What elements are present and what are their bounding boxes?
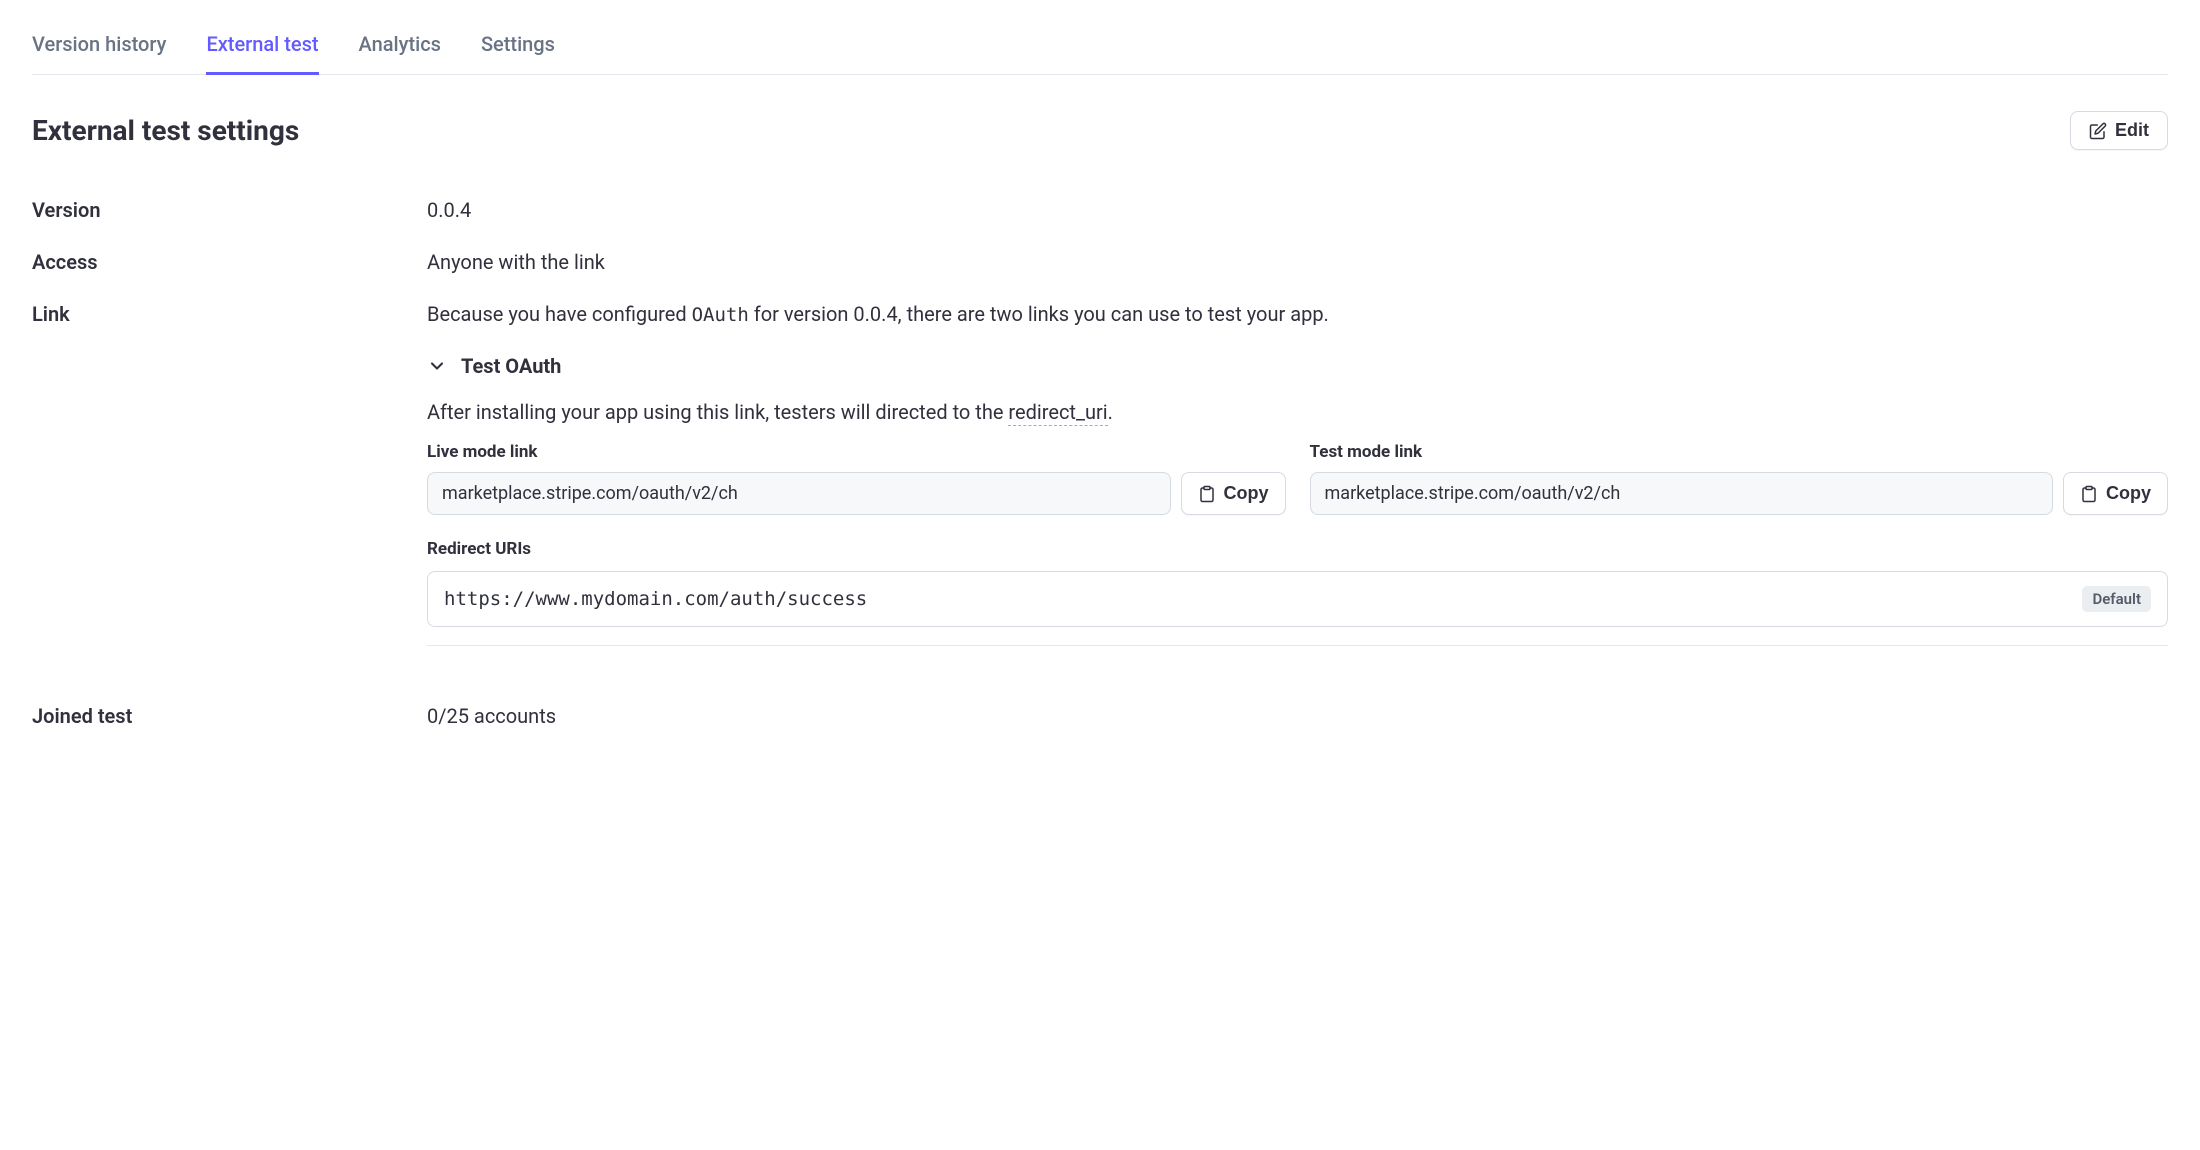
link-desc-prefix: Because you have configured bbox=[427, 302, 692, 326]
oauth-desc-link[interactable]: redirect_uri bbox=[1008, 400, 1107, 426]
access-label: Access bbox=[32, 250, 427, 274]
test-mode-input-group: marketplace.stripe.com/oauth/v2/ch Copy bbox=[1310, 472, 2169, 515]
live-mode-link-input[interactable]: marketplace.stripe.com/oauth/v2/ch bbox=[427, 472, 1171, 515]
link-row: Link Because you have configured OAuth f… bbox=[32, 302, 2168, 676]
live-mode-col: Live mode link marketplace.stripe.com/oa… bbox=[427, 442, 1286, 515]
live-mode-label: Live mode link bbox=[427, 442, 1286, 462]
test-mode-link-input[interactable]: marketplace.stripe.com/oauth/v2/ch bbox=[1310, 472, 2054, 515]
access-value: Anyone with the link bbox=[427, 250, 2168, 274]
copy-test-label: Copy bbox=[2106, 483, 2151, 504]
joined-test-label: Joined test bbox=[32, 704, 427, 728]
oauth-desc-suffix: . bbox=[1108, 400, 1113, 424]
oauth-toggle[interactable]: Test OAuth bbox=[427, 354, 2168, 378]
copy-live-button[interactable]: Copy bbox=[1181, 472, 1286, 515]
tab-settings[interactable]: Settings bbox=[481, 24, 555, 75]
clipboard-icon bbox=[1198, 484, 1216, 504]
test-mode-label: Test mode link bbox=[1310, 442, 2169, 462]
link-desc-mid: for version 0.0.4, there are two links y… bbox=[749, 302, 1329, 326]
header-row: External test settings Edit bbox=[32, 111, 2168, 150]
oauth-section-title: Test OAuth bbox=[461, 354, 561, 378]
oauth-desc-prefix: After installing your app using this lin… bbox=[427, 400, 1008, 424]
tab-analytics[interactable]: Analytics bbox=[359, 24, 441, 75]
redirect-uri-value: https://www.mydomain.com/auth/success bbox=[444, 588, 867, 610]
chevron-down-icon bbox=[427, 356, 447, 376]
live-mode-input-group: marketplace.stripe.com/oauth/v2/ch Copy bbox=[427, 472, 1286, 515]
default-badge: Default bbox=[2082, 586, 2151, 612]
clipboard-icon bbox=[2080, 484, 2098, 504]
copy-test-button[interactable]: Copy bbox=[2063, 472, 2168, 515]
joined-test-row: Joined test 0/25 accounts bbox=[32, 704, 2168, 728]
redirect-uri-box: https://www.mydomain.com/auth/success De… bbox=[427, 571, 2168, 627]
tab-version-history[interactable]: Version history bbox=[32, 24, 166, 75]
link-content: Because you have configured OAuth for ve… bbox=[427, 302, 2168, 676]
section-divider bbox=[427, 645, 2168, 646]
oauth-description: After installing your app using this lin… bbox=[427, 400, 2168, 424]
link-desc-oauth: OAuth bbox=[692, 304, 749, 326]
version-label: Version bbox=[32, 198, 427, 222]
tabs-bar: Version history External test Analytics … bbox=[32, 24, 2168, 75]
copy-live-label: Copy bbox=[1224, 483, 1269, 504]
edit-icon bbox=[2089, 122, 2107, 140]
page-title: External test settings bbox=[32, 114, 299, 147]
joined-test-value: 0/25 accounts bbox=[427, 704, 2168, 728]
test-mode-col: Test mode link marketplace.stripe.com/oa… bbox=[1310, 442, 2169, 515]
edit-button-label: Edit bbox=[2115, 120, 2149, 141]
link-label: Link bbox=[32, 302, 427, 326]
link-description: Because you have configured OAuth for ve… bbox=[427, 302, 2168, 326]
link-columns: Live mode link marketplace.stripe.com/oa… bbox=[427, 442, 2168, 515]
edit-button[interactable]: Edit bbox=[2070, 111, 2168, 150]
redirect-uris-label: Redirect URIs bbox=[427, 539, 2168, 559]
version-row: Version 0.0.4 bbox=[32, 198, 2168, 222]
access-row: Access Anyone with the link bbox=[32, 250, 2168, 274]
tab-external-test[interactable]: External test bbox=[206, 24, 318, 75]
version-value: 0.0.4 bbox=[427, 198, 2168, 222]
